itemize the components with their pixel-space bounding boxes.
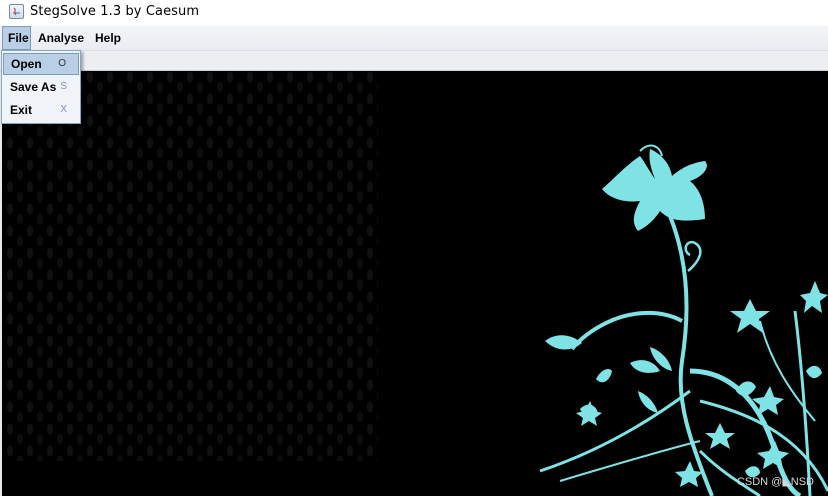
file-dropdown-menu: Open O Save As S Exit X: [1, 50, 81, 124]
menu-item-save-as[interactable]: Save As S: [3, 76, 79, 98]
csdn-watermark: CSDN @◣NSD: [736, 476, 814, 488]
image-canvas: CSDN @◣NSD: [0, 71, 828, 496]
flower-image: [539, 144, 828, 496]
menu-item-accelerator: X: [60, 104, 67, 115]
menu-item-label: Open: [11, 57, 42, 71]
menu-help[interactable]: Help: [90, 26, 126, 50]
java-app-icon: [9, 4, 24, 19]
menu-item-exit[interactable]: Exit X: [3, 99, 79, 121]
menu-item-accelerator: O: [58, 58, 66, 69]
menu-bar: File Analyse Help: [0, 26, 828, 51]
menu-item-label: Exit: [10, 103, 33, 117]
menu-item-open[interactable]: Open O: [3, 53, 79, 75]
menu-file[interactable]: File: [2, 26, 31, 50]
canvas-border: [0, 71, 2, 496]
title-bar: StegSolve 1.3 by Caesum: [0, 0, 828, 26]
menu-item-accelerator: S: [60, 81, 67, 92]
menu-analyse[interactable]: Analyse: [33, 26, 89, 50]
toolbar-strip: [0, 51, 828, 71]
menu-item-label: Save As: [10, 80, 57, 94]
window-title: StegSolve 1.3 by Caesum: [30, 4, 200, 19]
